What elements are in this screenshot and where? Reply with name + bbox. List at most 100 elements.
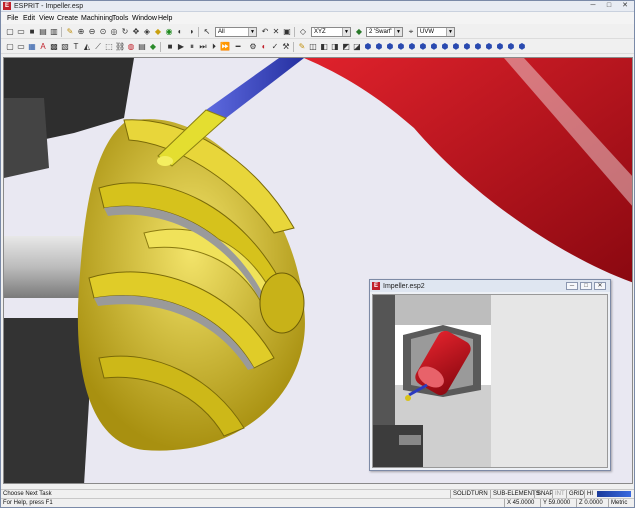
- child-window[interactable]: E Impeller.esp2 ─ □ ✕: [369, 279, 611, 471]
- view-front-icon[interactable]: ◧: [319, 42, 329, 52]
- child-minimize-button[interactable]: ─: [566, 282, 578, 290]
- menu-tools[interactable]: Tools: [112, 14, 128, 23]
- cube-iso3-icon[interactable]: ⬢: [451, 42, 461, 52]
- wire-icon[interactable]: ⟋: [93, 42, 103, 52]
- operation-combo[interactable]: 2 'Swarf' ▼: [366, 27, 403, 37]
- print-icon[interactable]: ▤: [38, 27, 48, 37]
- menu-machining[interactable]: Machining: [81, 14, 113, 23]
- select-arrow-icon[interactable]: ↖: [202, 27, 212, 37]
- status-panel-snap[interactable]: SNAP: [534, 490, 553, 498]
- pan-icon[interactable]: ✥: [131, 27, 141, 37]
- scan-icon[interactable]: ◫: [308, 42, 318, 52]
- play-icon[interactable]: ▶: [176, 42, 186, 52]
- child-viewport[interactable]: [372, 294, 608, 468]
- zoom-out-icon[interactable]: ⊖: [87, 27, 97, 37]
- menu-window[interactable]: Window: [132, 14, 157, 23]
- status-panel-solidturn[interactable]: SOLIDTURN: [450, 490, 490, 498]
- step-icon[interactable]: ⏵: [209, 42, 219, 52]
- cube-iso6-icon[interactable]: ⬢: [484, 42, 494, 52]
- solid-icon[interactable]: ⬚: [104, 42, 114, 52]
- chain-icon[interactable]: ⛓: [115, 42, 125, 52]
- save-icon[interactable]: ■: [27, 27, 37, 37]
- gear-icon[interactable]: ⚙: [248, 42, 258, 52]
- undo-icon[interactable]: ↶: [260, 27, 270, 37]
- zoom-fit-icon[interactable]: ◎: [109, 27, 119, 37]
- grid-icon[interactable]: ▩: [49, 42, 59, 52]
- plane-icon[interactable]: ◇: [298, 27, 308, 37]
- dimension-icon[interactable]: ▦: [27, 42, 37, 52]
- cube-top-icon[interactable]: ⬢: [385, 42, 395, 52]
- feature-icon[interactable]: ▢: [5, 42, 15, 52]
- title-bar[interactable]: E ESPRIT - Impeller.esp ─ □ ✕: [1, 1, 634, 12]
- progress-indicator: [597, 491, 631, 497]
- status-panel-grid[interactable]: GRID: [566, 490, 584, 498]
- coord-icon[interactable]: ⌖: [406, 27, 416, 37]
- text-icon[interactable]: T: [71, 42, 81, 52]
- cube-iso2-icon[interactable]: ⬢: [440, 42, 450, 52]
- cube-right-icon[interactable]: ⬢: [418, 42, 428, 52]
- operation-icon[interactable]: ◆: [354, 27, 364, 37]
- view-top-icon[interactable]: ◨: [330, 42, 340, 52]
- new-file-icon[interactable]: ▢: [5, 27, 15, 37]
- fixture-icon[interactable]: ▤: [137, 42, 147, 52]
- simulation-icon[interactable]: ◐: [259, 42, 269, 52]
- coord-combo[interactable]: UVW ▼: [417, 27, 455, 37]
- cube-iso5-icon[interactable]: ⬢: [473, 42, 483, 52]
- child-maximize-button[interactable]: □: [580, 282, 592, 290]
- pause-icon[interactable]: ⏸: [187, 42, 197, 52]
- view-side-icon[interactable]: ◩: [341, 42, 351, 52]
- a-icon[interactable]: A: [38, 42, 48, 52]
- menu-create[interactable]: Create: [57, 14, 78, 23]
- minimize-button[interactable]: ─: [586, 2, 600, 10]
- zoom-in-icon[interactable]: ⊕: [76, 27, 86, 37]
- menu-help[interactable]: Help: [158, 14, 172, 23]
- check-icon[interactable]: ✓: [270, 42, 280, 52]
- speed-slider[interactable]: ━: [231, 42, 245, 52]
- rectangle-icon[interactable]: ▭: [16, 42, 26, 52]
- show-icon[interactable]: ◑: [186, 27, 196, 37]
- layers-icon[interactable]: ▧: [60, 42, 70, 52]
- status-panel-int[interactable]: INT: [552, 490, 566, 498]
- close-button[interactable]: ✕: [618, 2, 632, 10]
- fast-forward-icon[interactable]: ⏩: [220, 42, 230, 52]
- cube-back-icon[interactable]: ⬢: [374, 42, 384, 52]
- cube-iso-icon[interactable]: ⬢: [429, 42, 439, 52]
- maximize-button[interactable]: □: [602, 2, 616, 10]
- cube-left-icon[interactable]: ⬢: [407, 42, 417, 52]
- rotate-icon[interactable]: ↻: [120, 27, 130, 37]
- machine-icon[interactable]: ◍: [126, 42, 136, 52]
- toolpath-icon[interactable]: ◭: [82, 42, 92, 52]
- open-folder-icon[interactable]: ▭: [16, 27, 26, 37]
- tool-icon[interactable]: ✎: [297, 42, 307, 52]
- hide-icon[interactable]: ◐: [175, 27, 185, 37]
- print-preview-icon[interactable]: ▥: [49, 27, 59, 37]
- pencil-icon[interactable]: ✎: [65, 27, 75, 37]
- cube-iso8-icon[interactable]: ⬢: [506, 42, 516, 52]
- step-forward-icon[interactable]: ⏭: [198, 42, 208, 52]
- plane-combo[interactable]: XYZ ▼: [311, 27, 351, 37]
- status-panel-hi[interactable]: HI: [584, 490, 594, 498]
- menu-view[interactable]: View: [39, 14, 54, 23]
- menu-edit[interactable]: Edit: [23, 14, 35, 23]
- cube-front-icon[interactable]: ⬢: [363, 42, 373, 52]
- cube-iso4-icon[interactable]: ⬢: [462, 42, 472, 52]
- child-window-title-bar[interactable]: E Impeller.esp2 ─ □ ✕: [370, 280, 610, 292]
- status-panel-sub-elements[interactable]: SUB-ELEMENTS: [490, 490, 540, 498]
- child-close-button[interactable]: ✕: [594, 282, 606, 290]
- cube-bottom-icon[interactable]: ⬢: [396, 42, 406, 52]
- redraw-icon[interactable]: ◉: [164, 27, 174, 37]
- layer-combo[interactable]: All ▼: [215, 27, 257, 37]
- properties-icon[interactable]: ▣: [282, 27, 292, 37]
- view-iso-icon[interactable]: ◪: [352, 42, 362, 52]
- stock-icon[interactable]: ◆: [148, 42, 158, 52]
- cube-iso9-icon[interactable]: ⬢: [517, 42, 527, 52]
- shade-icon[interactable]: ◆: [153, 27, 163, 37]
- chevron-down-icon: ▼: [446, 28, 454, 36]
- view-icon[interactable]: ◈: [142, 27, 152, 37]
- menu-file[interactable]: File: [7, 14, 18, 23]
- cube-iso7-icon[interactable]: ⬢: [495, 42, 505, 52]
- settings-icon[interactable]: ⚒: [281, 42, 291, 52]
- delete-icon[interactable]: ✕: [271, 27, 281, 37]
- stop-icon[interactable]: ■: [165, 42, 175, 52]
- zoom-window-icon[interactable]: ⊙: [98, 27, 108, 37]
